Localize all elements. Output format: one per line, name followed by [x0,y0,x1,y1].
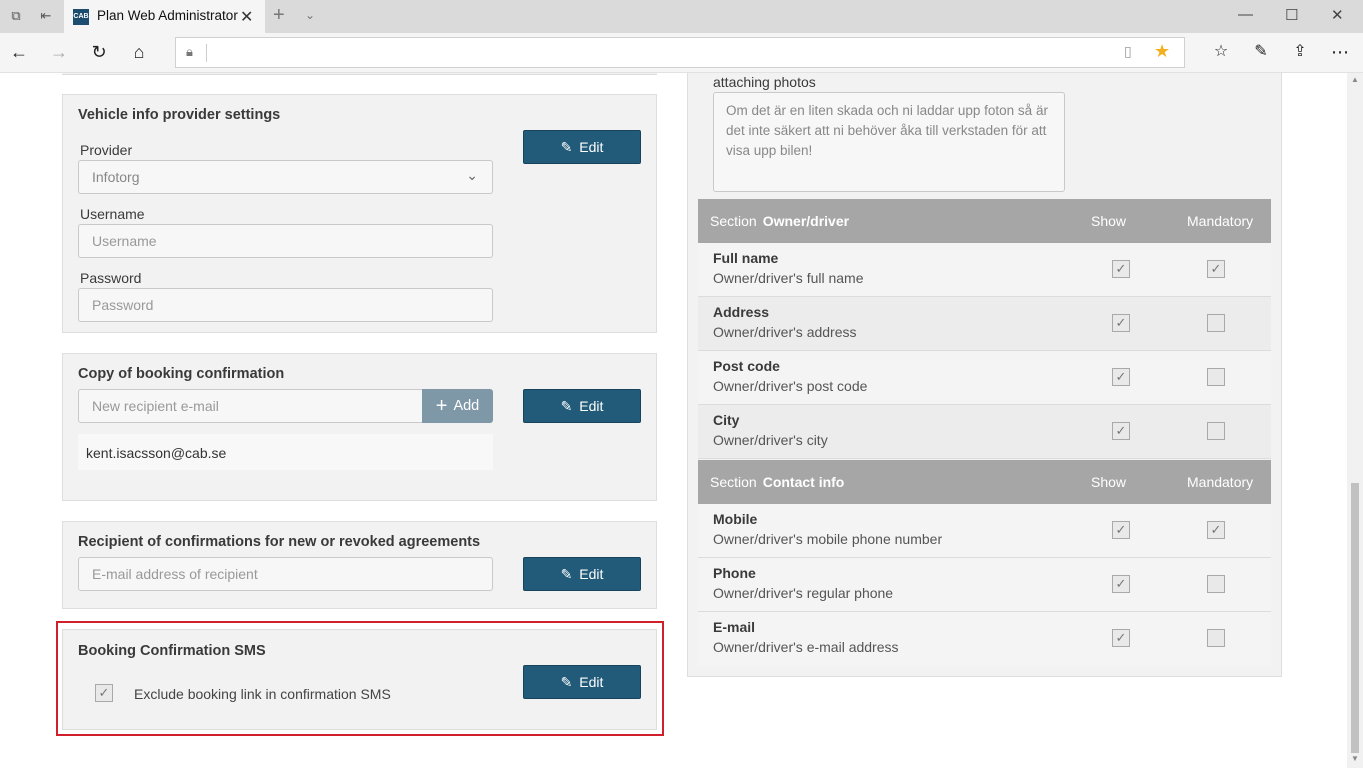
more-icon[interactable]: ⋯ [1329,41,1351,63]
mandatory-checkbox[interactable]: ✓ [1207,575,1225,593]
reading-view-icon[interactable]: ▯ [1124,43,1132,60]
show-checkbox[interactable]: ✓ [1112,629,1130,647]
show-column-header: Show [1091,213,1127,229]
table-row: E-mail Owner/driver's e-mail address ✓ ✓ [698,612,1271,666]
mandatory-checkbox[interactable]: ✓ [1207,368,1225,386]
show-checkbox[interactable]: ✓ [1112,368,1130,386]
provider-select[interactable]: Infotorg ⌄ [78,160,493,194]
page-scrollbar[interactable]: ▲ ▼ [1347,73,1363,768]
pencil-icon: ✎ [560,139,573,155]
pencil-icon: ✎ [560,566,573,582]
favorites-icon[interactable]: ☆ [1210,41,1232,63]
table-row: Post code Owner/driver's post code ✓ ✓ [698,351,1271,405]
back-icon[interactable]: ← [8,41,30,63]
tab-stack-icon[interactable]: ⧉ [8,9,24,23]
panel-title: Vehicle info provider settings [78,107,281,123]
pencil-icon: ✎ [560,398,573,414]
panel-title: Copy of booking confirmation [78,366,285,382]
plus-icon: + [435,395,448,417]
table-row: City Owner/driver's city ✓ ✓ [698,405,1271,459]
copy-confirmation-panel: Copy of booking confirmation New recipie… [62,353,657,501]
mandatory-column-header: Mandatory [1187,474,1254,490]
show-checkbox[interactable]: ✓ [1112,314,1130,332]
section-name: Owner/driver [762,213,850,229]
photos-textarea[interactable]: Om det är en liten skada och ni laddar u… [713,92,1065,192]
copy-edit-button[interactable]: ✎ Edit [523,389,641,423]
show-checkbox[interactable]: ✓ [1112,260,1130,278]
chevron-down-icon: ⌄ [466,167,478,183]
browser-tab-bar: ⧉ ⇤ CAB Plan Web Administrator ✕ + ⌄ — ☐… [0,0,1363,33]
minimize-icon[interactable]: — [1238,6,1253,23]
section-header-owner-driver: Section Owner/driver Show Mandatory [698,199,1271,243]
mandatory-checkbox[interactable]: ✓ [1207,314,1225,332]
scroll-down-icon[interactable]: ▼ [1351,754,1359,763]
add-recipient-button[interactable]: + Add [422,389,493,423]
table-row: Mobile Owner/driver's mobile phone numbe… [698,504,1271,558]
close-icon[interactable]: ✕ [240,7,253,27]
username-input[interactable]: Username [78,224,493,258]
password-input[interactable]: Password [78,288,493,322]
scroll-thumb[interactable] [1351,483,1359,753]
table-row: Phone Owner/driver's regular phone ✓ ✓ [698,558,1271,612]
agreements-edit-button[interactable]: ✎ Edit [523,557,641,591]
mandatory-column-header: Mandatory [1187,213,1254,229]
mandatory-checkbox[interactable]: ✓ [1207,629,1225,647]
selection-highlight [56,621,664,736]
mandatory-checkbox[interactable]: ✓ [1207,260,1225,278]
show-checkbox[interactable]: ✓ [1112,422,1130,440]
mandatory-checkbox[interactable]: ✓ [1207,422,1225,440]
forward-icon[interactable]: → [48,41,70,63]
tab-title: Plan Web Administrator [97,8,238,23]
cab-favicon-icon: CAB [73,9,89,25]
provider-label: Provider [80,142,133,158]
agreements-recipient-panel: Recipient of confirmations for new or re… [62,521,657,609]
browser-nav-bar: ← → ↻ ⌂ 🔒︎ ▯ ★ ☆ ✎ ⇪ ⋯ [0,33,1363,73]
tab-aside-icon[interactable]: ⇤ [38,9,54,23]
recipient-email-input[interactable]: New recipient e-mail [78,389,423,423]
maximize-icon[interactable]: ☐ [1285,6,1298,24]
show-checkbox[interactable]: ✓ [1112,575,1130,593]
show-checkbox[interactable]: ✓ [1112,521,1130,539]
refresh-icon[interactable]: ↻ [88,41,110,63]
chevron-down-icon[interactable]: ⌄ [305,8,315,22]
mandatory-checkbox[interactable]: ✓ [1207,521,1225,539]
photos-label: attaching photos [713,74,816,90]
username-label: Username [80,206,145,222]
section-name: Contact info [762,474,845,490]
vehicle-edit-button[interactable]: ✎ Edit [523,130,641,164]
show-column-header: Show [1091,474,1127,490]
table-row: Address Owner/driver's address ✓ ✓ [698,297,1271,351]
list-item: kent.isacsson@cab.se [78,434,493,470]
lock-icon: 🔒︎ [186,44,193,59]
browser-tab[interactable]: CAB Plan Web Administrator ✕ [64,0,265,33]
form-fields-panel: attaching photos Om det är en liten skad… [687,73,1282,677]
address-bar[interactable]: 🔒︎ ▯ ★ [175,37,1185,68]
scroll-up-icon[interactable]: ▲ [1351,75,1359,84]
favorite-star-icon[interactable]: ★ [1154,41,1170,62]
page-content: Vehicle info provider settings Provider … [0,73,1347,768]
pen-icon[interactable]: ✎ [1250,41,1272,63]
password-label: Password [80,270,142,286]
section-header-contact-info: Section Contact info Show Mandatory [698,460,1271,504]
agreement-recipient-input[interactable]: E-mail address of recipient [78,557,493,591]
window-close-icon[interactable]: ✕ [1331,6,1344,24]
panel-title: Recipient of confirmations for new or re… [78,534,481,550]
home-icon[interactable]: ⌂ [128,41,150,63]
new-tab-icon[interactable]: + [273,4,285,27]
vehicle-info-panel: Vehicle info provider settings Provider … [62,94,657,333]
table-row: Full name Owner/driver's full name ✓ ✓ [698,243,1271,297]
share-icon[interactable]: ⇪ [1289,41,1311,63]
